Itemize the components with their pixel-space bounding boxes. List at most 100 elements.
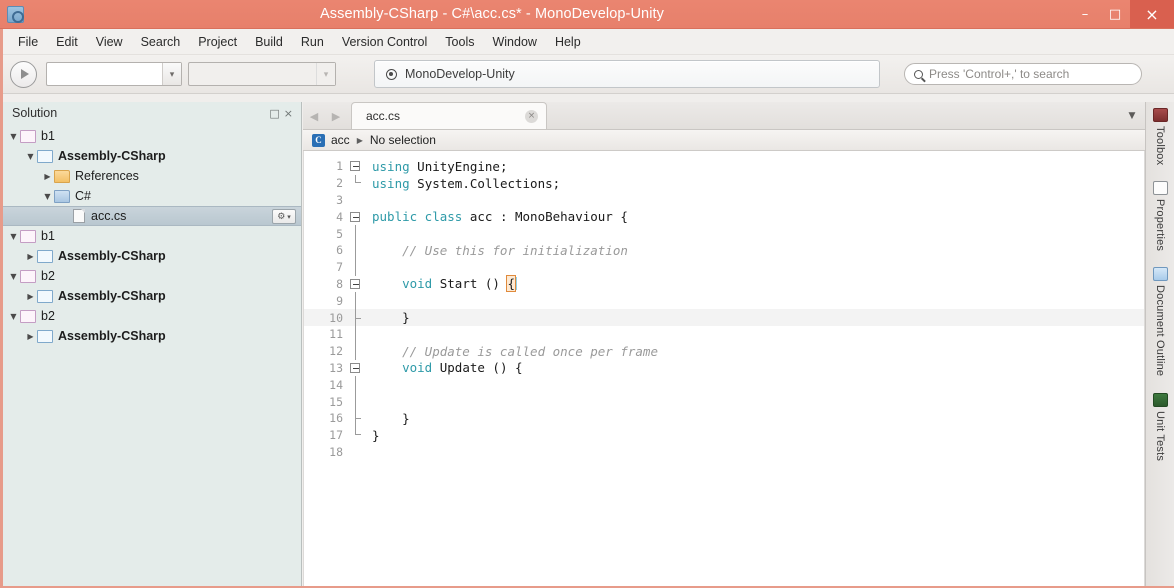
code-plain: UnityEngine; <box>409 158 508 174</box>
fold-collapse-icon[interactable] <box>348 360 364 377</box>
code-line[interactable]: 12 // Update is called once per frame <box>304 342 1144 360</box>
code-line[interactable]: 16 } <box>304 409 1144 427</box>
twisty-expanded-icon[interactable]: ▼ <box>7 132 20 141</box>
code-line[interactable]: 17} <box>304 426 1144 444</box>
code-editor[interactable]: 1 using UnityEngine; 2 using System.Collect… <box>303 151 1145 586</box>
menu-item-help[interactable]: Help <box>546 32 590 52</box>
code-line[interactable]: 13 void Update () { <box>304 360 1144 377</box>
search-input[interactable]: Press 'Control+,' to search <box>904 63 1142 85</box>
code-line[interactable]: 18 <box>304 444 1144 461</box>
code-line[interactable]: 5 <box>304 225 1144 242</box>
fold-collapse-icon[interactable] <box>348 276 364 293</box>
tree-item-selected[interactable]: acc.cs ⚙ ▾ <box>3 206 301 226</box>
twisty-collapsed-icon[interactable]: ▶ <box>24 252 37 261</box>
fold-collapse-icon[interactable] <box>348 208 364 225</box>
fold-guide-line <box>348 376 364 394</box>
tree-item[interactable]: ▶ Assembly-CSharp <box>3 286 301 306</box>
menu-item-search[interactable]: Search <box>132 32 190 52</box>
code-line[interactable]: 3 <box>304 192 1144 209</box>
line-number: 7 <box>336 260 343 275</box>
nav-back-icon[interactable]: ◀ <box>303 103 325 129</box>
tree-item[interactable]: ▼ C# <box>3 186 301 206</box>
code-line[interactable]: 4 public class acc : MonoBehaviour { <box>304 208 1144 225</box>
solution-pad-close-button[interactable]: × <box>282 107 295 120</box>
code-line[interactable]: 11 <box>304 325 1144 343</box>
menu-item-view[interactable]: View <box>87 32 132 52</box>
menu-item-version-control[interactable]: Version Control <box>333 32 436 52</box>
code-line[interactable]: 2 using System.Collections; <box>304 174 1144 192</box>
menu-item-file[interactable]: File <box>9 32 47 52</box>
tree-item[interactable]: ▼ Assembly-CSharp <box>3 146 301 166</box>
runtime-combo[interactable]: ▾ <box>188 62 336 86</box>
menu-item-project[interactable]: Project <box>189 32 246 52</box>
line-number: 14 <box>329 377 343 392</box>
tree-item[interactable]: ▼ b2 <box>3 266 301 286</box>
code-line[interactable]: 14 <box>304 376 1144 394</box>
dock-tab-unit-tests[interactable]: Unit Tests <box>1147 392 1174 461</box>
menu-item-build[interactable]: Build <box>246 32 292 52</box>
menu-item-run[interactable]: Run <box>292 32 333 52</box>
solution-pad-minimize-button[interactable]: □ <box>267 107 281 120</box>
dock-tab-properties[interactable]: Properties <box>1147 181 1174 251</box>
tree-item-label: b2 <box>41 309 55 323</box>
twisty-expanded-icon[interactable]: ▼ <box>7 232 20 241</box>
fold-guide-end <box>348 426 364 444</box>
code-plain: } <box>372 427 380 443</box>
fold-guide-line <box>348 393 364 410</box>
editor-tab-acc-cs[interactable]: acc.cs × <box>351 102 547 129</box>
twisty-collapsed-icon[interactable]: ▶ <box>24 292 37 301</box>
run-button[interactable] <box>10 60 37 88</box>
line-number: 2 <box>336 176 343 191</box>
gear-icon[interactable]: ⚙ ▾ <box>272 209 296 224</box>
breadcrumb-member[interactable]: No selection <box>370 133 436 147</box>
dock-tab-toolbox[interactable]: Toolbox <box>1147 108 1174 165</box>
tree-item[interactable]: ▶ Assembly-CSharp <box>3 326 301 346</box>
breadcrumb-type[interactable]: acc <box>331 133 350 147</box>
code-text: } <box>364 428 380 443</box>
menu-item-window[interactable]: Window <box>483 32 545 52</box>
tab-list-chevron-down-icon[interactable]: ▼ <box>1119 103 1145 129</box>
solution-icon <box>20 269 36 283</box>
fold-guide-line <box>348 241 364 259</box>
tree-item[interactable]: ▼ b2 <box>3 306 301 326</box>
fold-guide-line <box>348 225 364 242</box>
code-line[interactable]: 9 <box>304 292 1144 310</box>
code-line[interactable]: 15 <box>304 393 1144 410</box>
nav-forward-icon[interactable]: ▶ <box>325 103 347 129</box>
fold-guide-none <box>348 192 364 209</box>
line-number: 17 <box>329 428 343 443</box>
menu-item-edit[interactable]: Edit <box>47 32 87 52</box>
menu-item-tools[interactable]: Tools <box>436 32 483 52</box>
twisty-collapsed-icon[interactable]: ▶ <box>41 172 54 181</box>
configuration-combo[interactable]: ▾ <box>46 62 182 86</box>
line-number: 11 <box>329 327 343 342</box>
dock-tab-document-outline[interactable]: Document Outline <box>1147 267 1174 377</box>
window-maximize-button[interactable]: □ <box>1100 0 1130 28</box>
twisty-expanded-icon[interactable]: ▼ <box>7 272 20 281</box>
code-comment: // Use this for initialization <box>372 242 628 258</box>
close-icon[interactable]: × <box>525 109 538 123</box>
tree-item-label: b1 <box>41 229 55 243</box>
window-minimize-button[interactable]: – <box>1070 0 1100 28</box>
fold-collapse-icon[interactable] <box>348 158 364 175</box>
code-line[interactable]: 10 } <box>304 309 1144 326</box>
tree-item[interactable]: ▼ b1 <box>3 226 301 246</box>
code-line[interactable]: 7 <box>304 258 1144 276</box>
twisty-expanded-icon[interactable]: ▼ <box>41 192 54 201</box>
tree-item[interactable]: ▶ Assembly-CSharp <box>3 246 301 266</box>
twisty-collapsed-icon[interactable]: ▶ <box>24 332 37 341</box>
fold-guide-tick <box>348 309 364 326</box>
status-widget[interactable]: MonoDevelop-Unity <box>374 60 880 88</box>
twisty-expanded-icon[interactable]: ▼ <box>24 152 37 161</box>
code-plain: } <box>372 410 410 426</box>
code-line[interactable]: 6 // Use this for initialization <box>304 241 1144 259</box>
window-close-button[interactable]: × <box>1130 0 1174 28</box>
code-line[interactable]: 1 using UnityEngine; <box>304 158 1144 175</box>
code-text: } <box>364 411 410 426</box>
app-icon <box>7 5 24 23</box>
tree-item[interactable]: ▶ References <box>3 166 301 186</box>
tree-item[interactable]: ▼ b1 <box>3 126 301 146</box>
code-line[interactable]: 8 void Start () { <box>304 275 1144 293</box>
twisty-expanded-icon[interactable]: ▼ <box>7 312 20 321</box>
line-number: 10 <box>329 310 343 325</box>
